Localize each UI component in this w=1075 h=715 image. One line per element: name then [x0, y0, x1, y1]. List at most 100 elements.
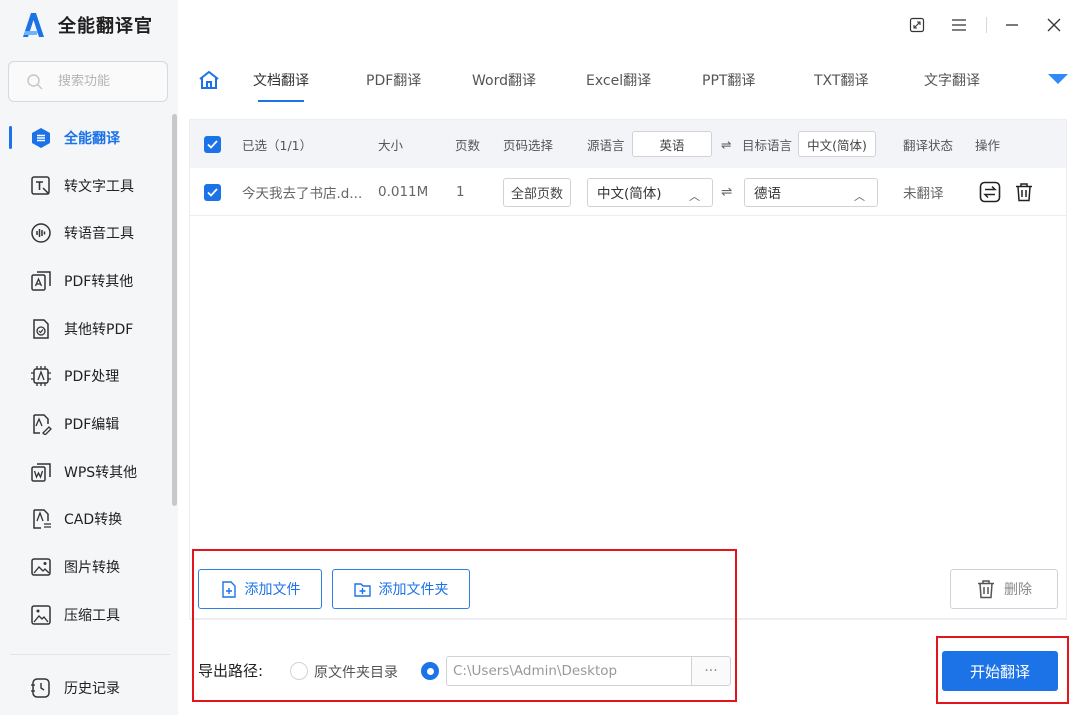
- sidebar-item-history[interactable]: 历史记录: [0, 664, 170, 712]
- to-pdf-icon: [30, 318, 52, 340]
- sidebar-item-text-tool[interactable]: 转文字工具: [0, 162, 170, 210]
- add-file-button[interactable]: 添加文件: [198, 569, 322, 609]
- swap-icon[interactable]: ⇌: [721, 168, 732, 216]
- start-translate-button[interactable]: 开始翻译: [942, 651, 1058, 691]
- header-pages: 页数: [455, 137, 481, 153]
- tabs-more-dropdown-icon[interactable]: [1048, 74, 1068, 84]
- add-folder-button[interactable]: 添加文件夹: [332, 569, 470, 609]
- page-select-button[interactable]: 全部页数: [503, 177, 571, 207]
- add-file-icon: [221, 580, 236, 598]
- sidebar-item-label: PDF编辑: [64, 416, 120, 433]
- section-divider: [190, 619, 1067, 620]
- browse-button[interactable]: ···: [691, 656, 731, 686]
- header-source-lang: 源语言: [587, 137, 625, 153]
- header-size: 大小: [378, 137, 404, 153]
- tab-txt-translate[interactable]: TXT翻译: [814, 70, 868, 90]
- add-folder-label: 添加文件夹: [378, 582, 449, 598]
- tab-pdf-translate[interactable]: PDF翻译: [366, 70, 421, 90]
- target-lang-select[interactable]: 德语 ︿: [744, 177, 878, 207]
- sidebar-item-translate[interactable]: 全能翻译: [0, 114, 170, 162]
- sidebar-item-compress[interactable]: 压缩工具: [0, 591, 170, 639]
- app-title: 全能翻译官: [58, 16, 153, 37]
- sidebar-divider: [10, 654, 170, 655]
- tab-text-translate[interactable]: 文字翻译: [924, 70, 980, 90]
- menu-icon[interactable]: [948, 14, 970, 36]
- row-pages: 1: [456, 184, 465, 200]
- sidebar: 全能翻译官 全能翻译 转文字工具 转语音工具: [0, 0, 178, 715]
- radio-original-folder-label: 原文件夹目录: [314, 665, 398, 681]
- close-icon[interactable]: [1043, 14, 1065, 36]
- source-lang-value: 中文(简体): [597, 186, 662, 202]
- pdf-convert-icon: [30, 270, 52, 292]
- row-size: 0.011M: [378, 184, 429, 200]
- sidebar-item-label: 转语音工具: [64, 226, 134, 243]
- header-status: 翻译状态: [903, 137, 954, 153]
- sidebar-item-label: 压缩工具: [64, 607, 120, 624]
- sidebar-item-other-to-pdf[interactable]: 其他转PDF: [0, 305, 170, 353]
- radio-custom-path[interactable]: [421, 662, 439, 680]
- source-lang-select[interactable]: 中文(简体) ︿: [587, 177, 713, 207]
- trash-icon[interactable]: [1014, 182, 1034, 202]
- fullscreen-icon[interactable]: [906, 14, 928, 36]
- header-page-select: 页码选择: [503, 137, 554, 153]
- radio-original-folder[interactable]: [290, 662, 308, 680]
- select-all-checkbox[interactable]: [204, 135, 221, 153]
- sidebar-scrollbar[interactable]: [172, 114, 177, 506]
- header-selected: 已选（1/1）: [242, 137, 313, 153]
- batch-source-lang-select[interactable]: 英语: [632, 131, 712, 157]
- batch-target-lang-select[interactable]: 中文(简体): [798, 131, 876, 157]
- swap-icon[interactable]: ⇌: [721, 120, 731, 168]
- sidebar-item-image[interactable]: 图片转换: [0, 543, 170, 591]
- text-tool-icon: [30, 175, 52, 197]
- sidebar-item-pdf-process[interactable]: PDF处理: [0, 352, 170, 400]
- search-box[interactable]: [8, 61, 168, 102]
- row-checkbox[interactable]: [204, 183, 221, 201]
- sidebar-item-pdf-to-other[interactable]: PDF转其他: [0, 257, 170, 305]
- wps-icon: [30, 461, 52, 483]
- sidebar-item-voice-tool[interactable]: 转语音工具: [0, 209, 170, 257]
- add-file-label: 添加文件: [244, 582, 301, 598]
- trash-icon: [978, 580, 994, 599]
- window-controls: [886, 14, 1065, 36]
- row-status: 未翻译: [903, 186, 944, 202]
- app-logo-icon: [23, 13, 44, 37]
- header-action: 操作: [975, 137, 1001, 153]
- pdf-process-icon: [30, 365, 52, 387]
- tab-word-translate[interactable]: Word翻译: [472, 70, 536, 90]
- sidebar-item-label: PDF处理: [64, 369, 120, 386]
- sidebar-nav: 全能翻译 转文字工具 转语音工具 PDF转其他 其他转PDF PDF处理 PDF…: [0, 114, 170, 639]
- tab-ppt-translate[interactable]: PPT翻译: [702, 70, 755, 90]
- sidebar-item-pdf-edit[interactable]: PDF编辑: [0, 400, 170, 448]
- compress-icon: [30, 604, 52, 626]
- sidebar-item-label: 转文字工具: [64, 178, 134, 195]
- tab-doc-translate[interactable]: 文档翻译: [253, 70, 309, 102]
- sidebar-item-cad[interactable]: CAD转换: [0, 496, 170, 544]
- delete-button[interactable]: 删除: [950, 569, 1058, 609]
- export-path-input[interactable]: [446, 656, 692, 686]
- app-logo: 全能翻译官: [22, 12, 153, 38]
- search-icon: [27, 73, 43, 89]
- table-row: 今天我去了书店.d... 0.011M 1 全部页数 中文(简体) ︿ ⇌ 德语…: [190, 168, 1066, 216]
- image-icon: [30, 556, 52, 578]
- window-controls-divider: [986, 17, 987, 33]
- tab-excel-translate[interactable]: Excel翻译: [586, 70, 651, 90]
- home-icon[interactable]: [198, 70, 220, 90]
- voice-icon: [30, 222, 52, 244]
- sidebar-item-label: 图片转换: [64, 560, 120, 577]
- delete-label: 删除: [1004, 582, 1032, 598]
- sidebar-history: 历史记录: [0, 664, 170, 712]
- file-table: 已选（1/1） 大小 页数 页码选择 源语言 英语 ⇌ 目标语言 中文(简体) …: [189, 119, 1067, 619]
- sidebar-item-wps-to-other[interactable]: WPS转其他: [0, 448, 170, 496]
- swap-action-icon[interactable]: [979, 181, 1001, 203]
- sidebar-item-label: WPS转其他: [64, 464, 138, 481]
- translate-icon: [30, 127, 52, 149]
- header-target-lang: 目标语言: [742, 137, 793, 153]
- history-icon: [30, 677, 52, 699]
- sidebar-item-label: PDF转其他: [64, 273, 134, 290]
- row-filename: 今天我去了书店.d...: [242, 186, 363, 202]
- cad-icon: [30, 508, 52, 530]
- sidebar-item-label: 其他转PDF: [64, 321, 134, 338]
- minimize-icon[interactable]: [1001, 14, 1023, 36]
- table-header: 已选（1/1） 大小 页数 页码选择 源语言 英语 ⇌ 目标语言 中文(简体) …: [190, 120, 1066, 168]
- search-input[interactable]: [58, 74, 158, 89]
